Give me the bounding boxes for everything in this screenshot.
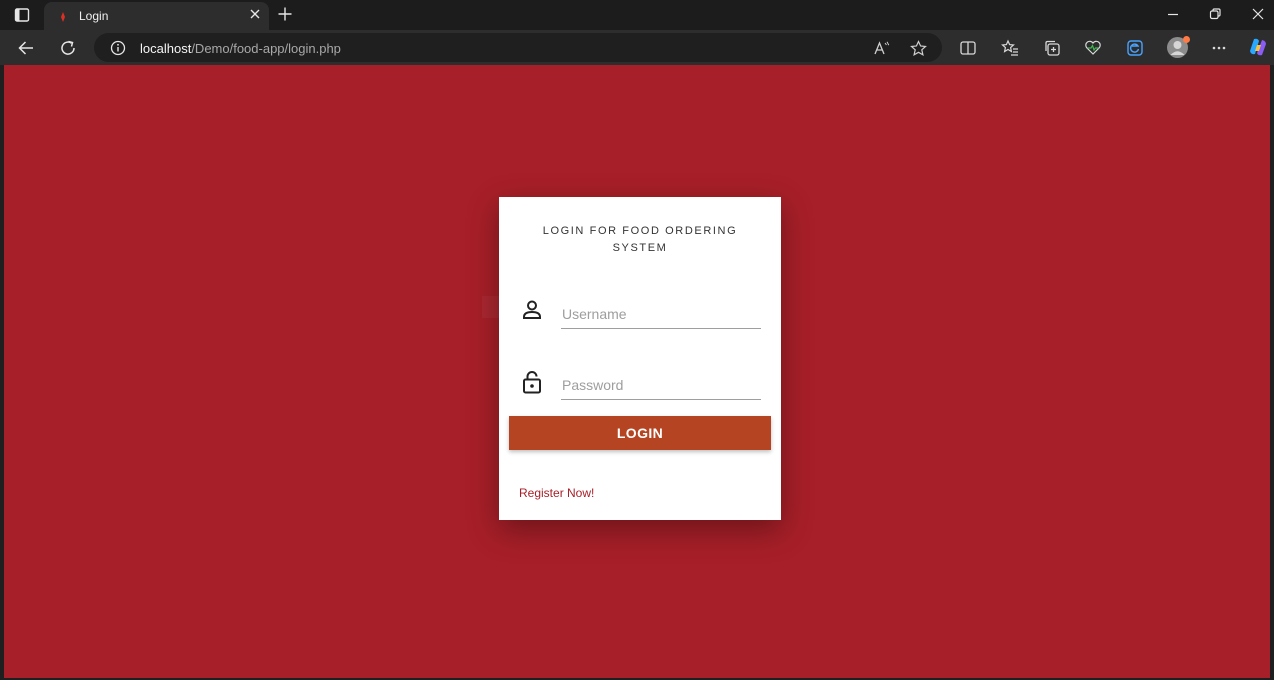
tab-title: Login: [79, 9, 109, 23]
notification-dot: [1183, 36, 1190, 43]
restore-icon[interactable]: [1208, 7, 1222, 21]
refresh-icon[interactable]: [59, 39, 77, 57]
favorite-star-icon[interactable]: [910, 40, 927, 57]
split-screen-icon[interactable]: [959, 39, 977, 57]
browser-tab-bar: Login: [0, 0, 1274, 30]
browser-toolbar: localhost/Demo/food-app/login.php: [0, 30, 1274, 65]
edge-bar-icon[interactable]: [1126, 39, 1144, 57]
favorites-icon[interactable]: [1001, 39, 1019, 57]
password-row: [519, 366, 761, 406]
read-aloud-icon[interactable]: [873, 40, 890, 57]
url-text: localhost/Demo/food-app/login.php: [140, 41, 341, 56]
password-input[interactable]: [561, 370, 761, 400]
close-tab-icon[interactable]: [248, 7, 262, 21]
username-row: [519, 295, 761, 335]
lock-icon: [519, 369, 545, 395]
register-link[interactable]: Register Now!: [519, 486, 594, 500]
page-title: LOGIN FOR FOOD ORDERING SYSTEM: [542, 225, 738, 254]
performance-icon[interactable]: [1084, 39, 1102, 57]
login-button[interactable]: LOGIN: [509, 416, 771, 450]
user-icon: [519, 297, 545, 323]
favicon-icon: [57, 10, 69, 22]
browser-tab[interactable]: Login: [44, 2, 269, 30]
back-icon[interactable]: [17, 39, 35, 57]
tab-actions-icon[interactable]: [14, 7, 30, 23]
info-icon[interactable]: [110, 40, 126, 56]
collections-icon[interactable]: [1043, 39, 1061, 57]
new-tab-icon[interactable]: [277, 6, 293, 22]
more-icon[interactable]: [1210, 39, 1228, 57]
copilot-icon[interactable]: [1247, 36, 1269, 58]
page-background: LOGIN FOR FOOD ORDERING SYSTEM LOGIN Reg…: [4, 65, 1270, 678]
profile-avatar[interactable]: [1167, 36, 1190, 58]
close-window-icon[interactable]: [1251, 7, 1265, 21]
url-path: /Demo/food-app/login.php: [191, 41, 341, 56]
url-host: localhost: [140, 41, 192, 56]
address-bar[interactable]: localhost/Demo/food-app/login.php: [94, 33, 942, 62]
login-card: LOGIN FOR FOOD ORDERING SYSTEM LOGIN Reg…: [499, 197, 781, 520]
minimize-icon[interactable]: [1166, 7, 1180, 21]
username-input[interactable]: [561, 299, 761, 329]
